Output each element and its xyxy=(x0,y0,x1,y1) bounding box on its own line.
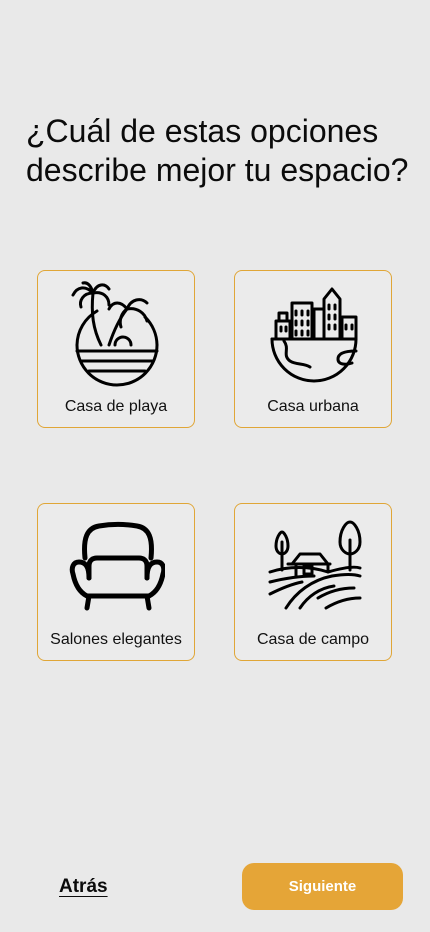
farmhouse-fields-icon xyxy=(266,512,362,620)
beach-palm-icon xyxy=(69,279,165,387)
option-label: Salones elegantes xyxy=(50,631,182,648)
option-label: Casa de campo xyxy=(256,631,370,648)
next-button[interactable]: Siguiente xyxy=(242,863,403,910)
page-title: ¿Cuál de estas opciones describe mejor t… xyxy=(26,113,409,188)
back-link[interactable]: Atrás xyxy=(59,876,108,898)
option-label: Casa urbana xyxy=(267,398,359,415)
option-card-country-house[interactable]: Casa de campo xyxy=(234,503,392,661)
option-label: Casa de playa xyxy=(64,398,168,415)
option-card-urban-house[interactable]: Casa urbana xyxy=(234,270,392,428)
armchair-icon xyxy=(69,512,165,620)
city-buildings-icon xyxy=(266,279,362,387)
option-card-elegant-salon[interactable]: Salones elegantes xyxy=(37,503,195,661)
option-card-beach-house[interactable]: Casa de playa xyxy=(37,270,195,428)
